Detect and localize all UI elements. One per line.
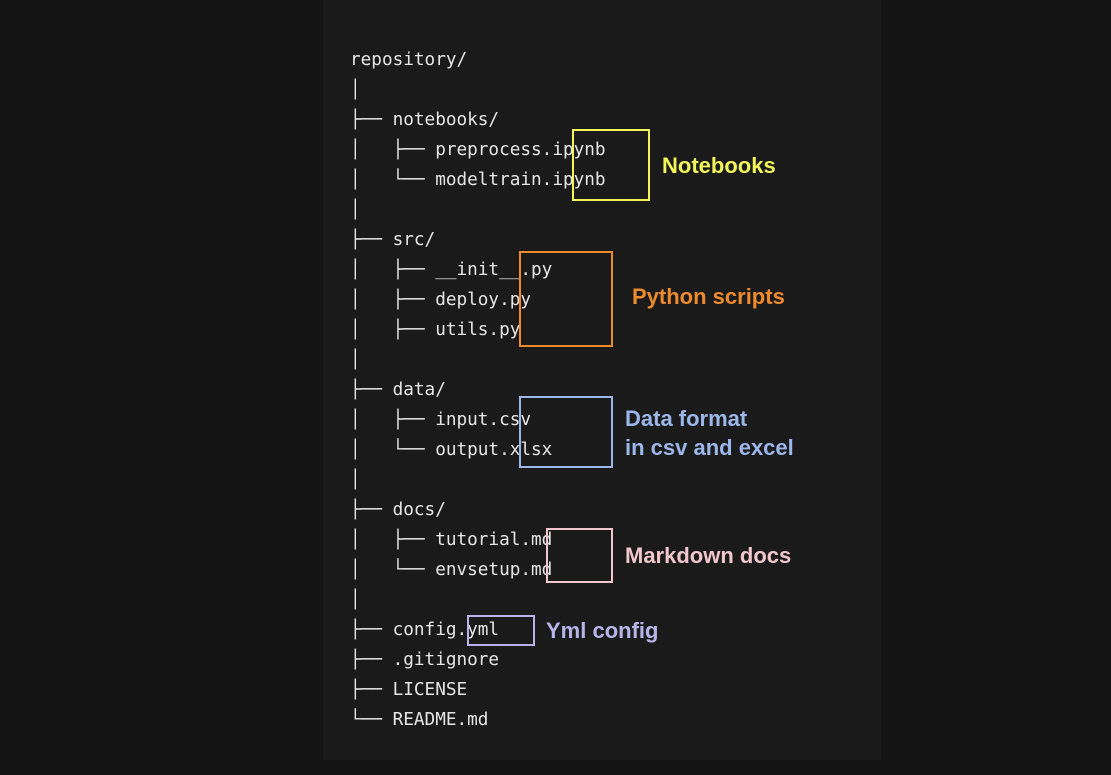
- tree-line-input-file: │ ├── input.csv: [350, 410, 532, 430]
- notebooks-highlight-box: [572, 129, 650, 201]
- tree-line-readme-file: └── README.md: [350, 710, 489, 730]
- tree-line-notebooks-folder: ├── notebooks/: [350, 110, 500, 130]
- data-format-label-line2: in csv and excel: [625, 435, 794, 460]
- tree-line-envsetup-file: │ └── envsetup.md: [350, 560, 553, 580]
- python-scripts-label: Python scripts: [632, 284, 785, 309]
- tree-line-preprocess-file: │ ├── preprocess.ipynb: [350, 140, 606, 160]
- tree-line-connector: │: [350, 470, 361, 490]
- tree-line-connector: │: [350, 350, 361, 370]
- notebooks-label: Notebooks: [662, 153, 776, 178]
- tree-line-modeltrain-file: │ └── modeltrain.ipynb: [350, 170, 606, 190]
- tree-line-gitignore-file: ├── .gitignore: [350, 650, 500, 670]
- tree-line-license-file: ├── LICENSE: [350, 680, 468, 700]
- tree-line-src-folder: ├── src/: [350, 230, 436, 250]
- data-format-label-line1: Data format: [625, 406, 748, 431]
- tree-line-repository: repository/: [350, 50, 468, 70]
- tree-line-docs-folder: ├── docs/: [350, 500, 446, 520]
- markdown-docs-label: Markdown docs: [625, 543, 792, 568]
- markdown-docs-highlight-box: [546, 528, 613, 583]
- tree-line-data-folder: ├── data/: [350, 380, 446, 400]
- yml-config-label: Yml config: [546, 618, 659, 643]
- tree-line-connector: │: [350, 590, 361, 610]
- tree-line-tutorial-file: │ ├── tutorial.md: [350, 530, 553, 550]
- tree-line-deploy-file: │ ├── deploy.py: [350, 290, 532, 310]
- tree-line-connector: │: [350, 80, 361, 100]
- repository-tree: repository/ │ ├── notebooks/ │ ├── prepr…: [0, 0, 1111, 775]
- data-format-highlight-box: [519, 396, 613, 468]
- python-scripts-highlight-box: [519, 251, 613, 347]
- tree-line-connector: │: [350, 200, 361, 220]
- tree-line-utils-file: │ ├── utils.py: [350, 320, 521, 340]
- yml-config-highlight-box: [467, 615, 535, 646]
